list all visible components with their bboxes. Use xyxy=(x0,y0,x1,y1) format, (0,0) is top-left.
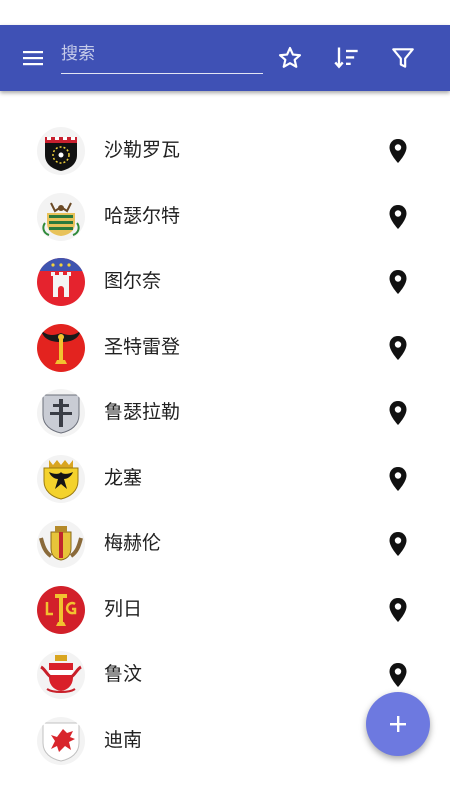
search-field[interactable] xyxy=(61,39,263,74)
list-item[interactable]: 鲁瑟拉勒 xyxy=(0,380,450,446)
tournai-crest-icon xyxy=(37,258,85,306)
menu-icon[interactable] xyxy=(16,41,50,75)
filter-icon[interactable] xyxy=(386,41,420,75)
list-item[interactable]: 哈瑟尔特 xyxy=(0,184,450,250)
list-item[interactable]: 龙塞 xyxy=(0,446,450,512)
list-item[interactable]: 圣特雷登 xyxy=(0,315,450,381)
list-item[interactable]: 梅赫伦 xyxy=(0,511,450,577)
star-icon[interactable] xyxy=(273,41,307,75)
map-pin-icon[interactable] xyxy=(386,204,410,230)
roeselare-crest-icon xyxy=(37,389,85,437)
city-list: 沙勒罗瓦 哈瑟尔特 图尔奈 圣特雷登 鲁瑟拉勒 龙塞 梅赫伦 列日 鲁汶 迪南 xyxy=(0,118,450,773)
sint-truiden-crest-icon xyxy=(37,323,85,372)
liege-crest-icon xyxy=(37,585,85,634)
hasselt-crest-icon xyxy=(37,192,85,241)
map-pin-icon[interactable] xyxy=(386,531,410,557)
city-name: 迪南 xyxy=(104,728,143,751)
map-pin-icon[interactable] xyxy=(386,466,410,492)
plus-icon xyxy=(390,716,406,732)
list-item[interactable]: 列日 xyxy=(0,577,450,643)
city-name: 鲁瑟拉勒 xyxy=(104,401,181,423)
sort-icon[interactable] xyxy=(329,41,363,75)
map-pin-icon[interactable] xyxy=(386,335,410,361)
search-input[interactable] xyxy=(61,39,263,69)
city-name: 鲁汶 xyxy=(104,663,143,685)
charleroi-crest-icon xyxy=(37,127,85,175)
map-pin-icon[interactable] xyxy=(386,269,410,295)
add-button[interactable] xyxy=(366,692,430,756)
app-bar xyxy=(0,25,450,91)
city-name: 列日 xyxy=(104,597,143,620)
city-name: 圣特雷登 xyxy=(104,335,181,358)
leuven-crest-icon xyxy=(37,651,85,699)
map-pin-icon[interactable] xyxy=(386,597,410,623)
list-item[interactable]: 图尔奈 xyxy=(0,249,450,315)
city-name: 图尔奈 xyxy=(104,270,162,292)
city-name: 龙塞 xyxy=(104,466,143,489)
dinant-crest-icon xyxy=(37,716,85,765)
list-item[interactable]: 沙勒罗瓦 xyxy=(0,118,450,184)
city-name: 梅赫伦 xyxy=(104,532,162,554)
ronse-crest-icon xyxy=(37,454,85,503)
map-pin-icon[interactable] xyxy=(386,400,410,426)
mechelen-crest-icon xyxy=(37,520,85,568)
map-pin-icon[interactable] xyxy=(386,138,410,164)
city-name: 哈瑟尔特 xyxy=(104,204,181,227)
map-pin-icon[interactable] xyxy=(386,662,410,688)
city-name: 沙勒罗瓦 xyxy=(104,139,181,161)
status-bar xyxy=(0,0,450,25)
